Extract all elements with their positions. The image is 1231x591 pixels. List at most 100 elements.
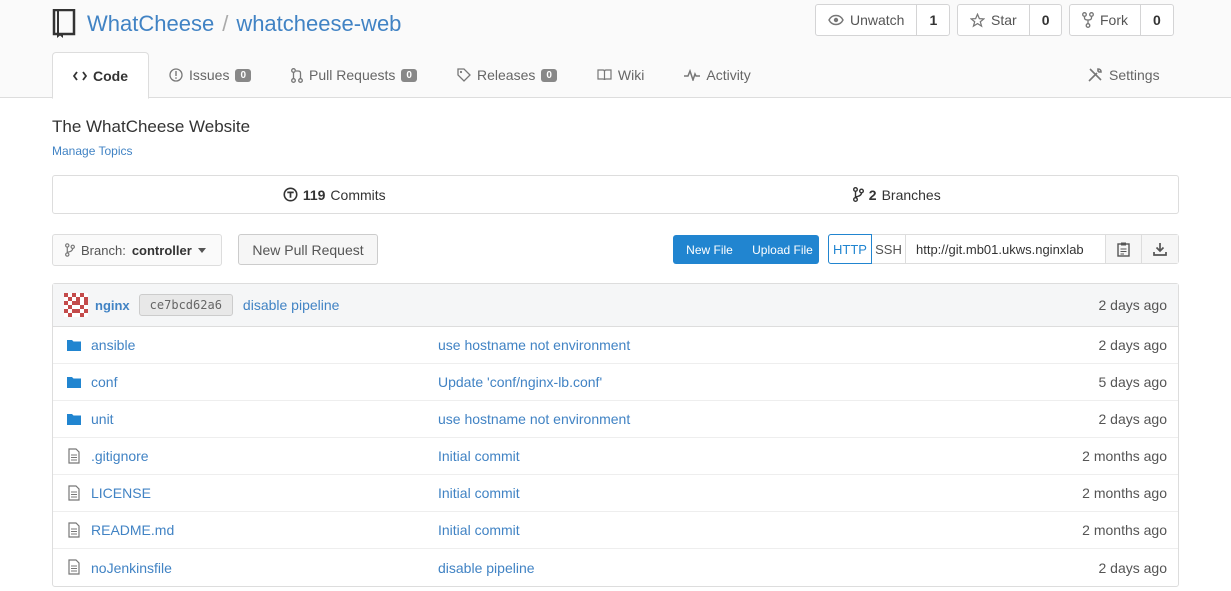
tab-releases[interactable]: Releases 0 <box>437 52 577 98</box>
file-row: README.md Initial commit 2 months ago <box>53 512 1178 549</box>
repo-tabs: Code Issues 0 Pull Requests 0 Releases 0… <box>52 52 771 99</box>
star-count[interactable]: 0 <box>1030 5 1062 35</box>
branches-count: 2 <box>868 186 877 203</box>
folder-icon <box>67 377 81 388</box>
fork-button-group: Fork 0 <box>1069 4 1174 36</box>
file-name-link[interactable]: ansible <box>91 337 135 353</box>
tools-icon <box>1088 68 1102 82</box>
tab-issues-label: Issues <box>189 67 230 83</box>
tag-icon <box>457 68 471 82</box>
eye-icon <box>828 14 844 26</box>
star-label: Star <box>991 12 1017 28</box>
tab-wiki[interactable]: Wiki <box>577 52 664 98</box>
pulse-icon <box>684 69 701 81</box>
clone-url-input[interactable]: http://git.mb01.ukws.nginxlab <box>906 235 1106 263</box>
manage-topics-link[interactable]: Manage Topics <box>52 144 133 158</box>
ssh-clone-button[interactable]: SSH <box>872 235 906 263</box>
repo-link[interactable]: whatcheese-web <box>236 11 401 36</box>
star-button-group: Star 0 <box>957 4 1063 36</box>
file-commit-time: 2 months ago <box>1082 448 1167 464</box>
file-commit-message[interactable]: use hostname not environment <box>438 411 630 427</box>
file-commit-time: 5 days ago <box>1098 374 1168 390</box>
new-pull-request-button[interactable]: New Pull Request <box>238 234 378 265</box>
file-name-link[interactable]: noJenkinsfile <box>91 560 172 576</box>
branch-name: controller <box>131 242 192 258</box>
book-icon <box>597 69 612 81</box>
branches-label: Branches <box>881 186 941 203</box>
commit-author[interactable]: nginx <box>95 298 130 313</box>
file-commit-message[interactable]: Initial commit <box>438 522 520 538</box>
upload-file-button[interactable]: Upload File <box>746 243 819 257</box>
commit-message[interactable]: disable pipeline <box>243 297 340 313</box>
download-icon <box>1153 243 1167 256</box>
file-commit-message[interactable]: Initial commit <box>438 448 520 464</box>
branch-prefix: Branch: <box>81 242 126 258</box>
tab-code-label: Code <box>93 67 128 84</box>
file-commit-message[interactable]: Update 'conf/nginx-lb.conf' <box>438 374 602 390</box>
history-icon <box>283 187 298 202</box>
http-clone-button[interactable]: HTTP <box>828 234 872 264</box>
commits-stat[interactable]: 119 Commits <box>53 176 616 213</box>
commits-label: Commits <box>330 186 386 203</box>
tab-activity[interactable]: Activity <box>664 52 770 98</box>
issues-count-badge: 0 <box>235 68 252 82</box>
avatar[interactable] <box>64 293 88 317</box>
folder-icon <box>67 340 81 351</box>
fork-icon <box>1082 12 1094 28</box>
file-commit-time: 2 months ago <box>1082 485 1167 501</box>
file-commit-time: 2 days ago <box>1098 559 1168 576</box>
file-commit-message[interactable]: Initial commit <box>438 485 520 501</box>
repo-title: WhatCheese / whatcheese-web <box>87 10 401 38</box>
file-commit-time: 2 months ago <box>1082 522 1167 538</box>
file-name-link[interactable]: unit <box>91 411 114 427</box>
fork-label: Fork <box>1100 12 1128 28</box>
file-commit-message[interactable]: use hostname not environment <box>438 337 630 353</box>
issue-icon <box>169 68 183 82</box>
watch-button-group: Unwatch 1 <box>815 4 951 36</box>
file-name-link[interactable]: README.md <box>91 522 174 538</box>
watch-count[interactable]: 1 <box>917 5 949 35</box>
download-button[interactable] <box>1142 235 1178 263</box>
tab-activity-label: Activity <box>706 67 751 83</box>
pull-request-icon <box>291 67 303 83</box>
commit-sha[interactable]: ce7bcd62a6 <box>138 294 233 316</box>
clipboard-icon <box>1117 242 1130 257</box>
tab-code[interactable]: Code <box>52 52 149 99</box>
tab-issues[interactable]: Issues 0 <box>149 52 271 98</box>
new-file-button[interactable]: New File <box>673 243 746 257</box>
file-row: unit use hostname not environment 2 days a… <box>53 401 1178 438</box>
star-button[interactable]: Star <box>958 5 1030 35</box>
file-icon <box>68 485 80 501</box>
fork-count[interactable]: 0 <box>1141 5 1173 35</box>
file-actions-group: New File Upload File <box>673 235 819 264</box>
file-name-link[interactable]: LICENSE <box>91 485 151 501</box>
repo-header: WhatCheese / whatcheese-web Unwatch 1 Star… <box>0 0 1231 99</box>
commit-time: 2 days ago <box>1098 297 1168 313</box>
file-icon <box>68 522 80 538</box>
copy-url-button[interactable] <box>1106 235 1142 263</box>
file-name-link[interactable]: conf <box>91 374 117 390</box>
file-row: noJenkinsfile disable pipeline 2 days ago <box>53 549 1178 586</box>
org-link[interactable]: WhatCheese <box>87 11 214 36</box>
tab-wiki-label: Wiki <box>617 67 645 83</box>
tab-settings[interactable]: Settings <box>1087 52 1160 98</box>
repo-stats-bar: 119 Commits 2 Branches <box>52 175 1179 214</box>
file-icon <box>68 559 80 575</box>
repo-icon <box>52 9 76 38</box>
file-table: nginx ce7bcd62a6 disable pipeline 2 days… <box>52 283 1179 587</box>
file-row: ansible use hostname not environment 2 day… <box>53 327 1178 364</box>
fork-button[interactable]: Fork <box>1070 5 1141 35</box>
title-separator: / <box>222 11 229 36</box>
branches-stat[interactable]: 2 Branches <box>616 176 1179 213</box>
star-icon <box>970 12 985 28</box>
tab-pull-requests[interactable]: Pull Requests 0 <box>271 52 437 98</box>
file-commit-message[interactable]: disable pipeline <box>438 560 535 576</box>
code-icon <box>73 70 87 81</box>
unwatch-button[interactable]: Unwatch <box>816 5 918 35</box>
file-row: .gitignore Initial commit 2 months ago <box>53 438 1178 475</box>
branch-dropdown[interactable]: Branch: controller <box>52 234 222 266</box>
file-name-link[interactable]: .gitignore <box>91 448 149 464</box>
latest-commit-row: nginx ce7bcd62a6 disable pipeline 2 days… <box>53 284 1178 327</box>
file-commit-time: 2 days ago <box>1098 411 1168 427</box>
branch-icon <box>65 243 75 257</box>
